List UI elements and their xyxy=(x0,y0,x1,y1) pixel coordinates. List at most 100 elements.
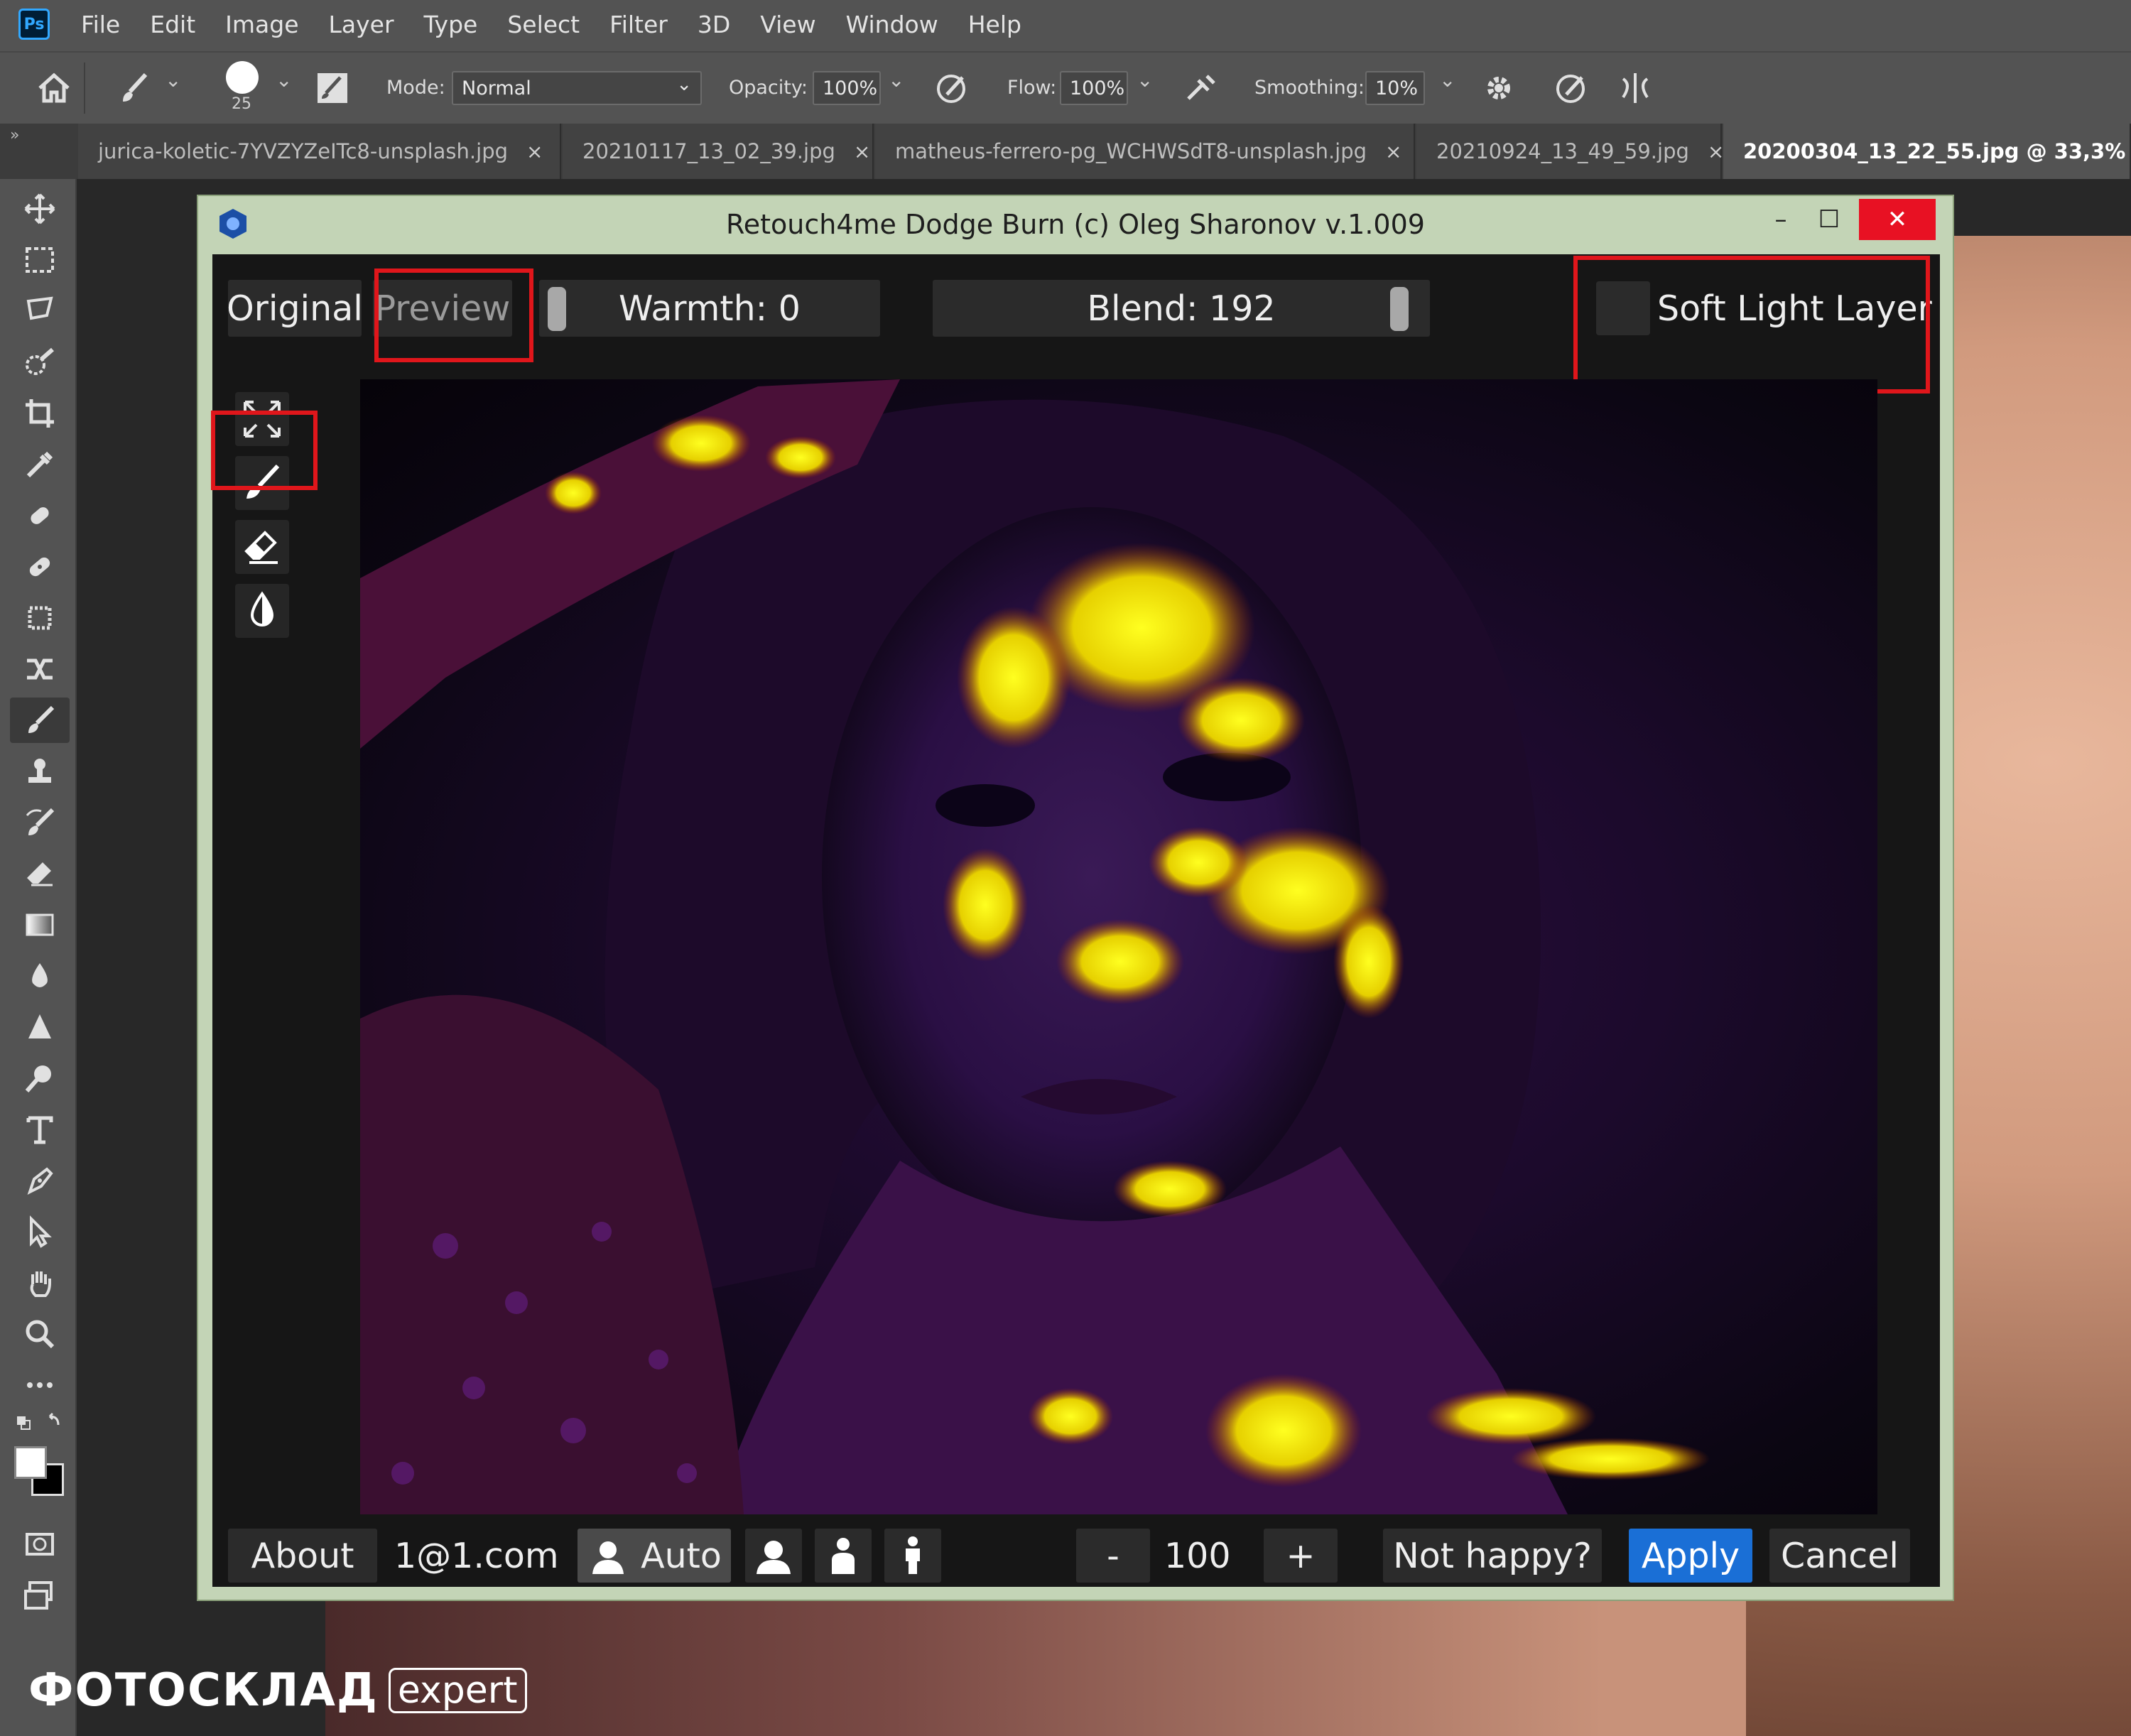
warmth-slider[interactable]: Warmth: 0 xyxy=(539,280,880,337)
full-body-mode-button[interactable] xyxy=(884,1529,941,1583)
zoom-value: 100 xyxy=(1164,1535,1231,1576)
collapse-panel-icon[interactable]: » xyxy=(10,126,19,144)
quick-mask-icon[interactable] xyxy=(10,1521,70,1567)
flow-input[interactable]: 100% xyxy=(1060,71,1128,105)
marquee-tool-icon[interactable] xyxy=(10,237,70,283)
foreground-background-colors[interactable] xyxy=(10,1439,70,1510)
more-tools-icon[interactable] xyxy=(10,1362,70,1408)
pressure-size-icon[interactable] xyxy=(1550,67,1593,109)
zoom-in-button[interactable]: + xyxy=(1264,1529,1338,1583)
blend-slider-thumb[interactable] xyxy=(1390,287,1409,331)
portrait-mode-button[interactable] xyxy=(745,1529,802,1583)
close-icon[interactable]: ✕ xyxy=(1859,199,1936,240)
full-body-icon xyxy=(906,1536,920,1574)
auto-label: Auto xyxy=(641,1535,722,1576)
chevron-down-icon[interactable]: ⌄ xyxy=(1137,68,1153,92)
close-icon[interactable]: × xyxy=(526,140,543,163)
lasso-tool-icon[interactable] xyxy=(10,288,70,334)
eraser-tool-icon[interactable] xyxy=(10,851,70,896)
menu-layer[interactable]: Layer xyxy=(329,11,394,38)
menu-type[interactable]: Type xyxy=(424,11,478,38)
zoom-tool-icon[interactable] xyxy=(10,1311,70,1357)
close-icon[interactable]: × xyxy=(1708,140,1724,163)
cancel-button[interactable]: Cancel xyxy=(1769,1529,1910,1583)
blur-tool-icon[interactable] xyxy=(10,953,70,999)
symmetry-icon[interactable] xyxy=(1614,67,1656,109)
brush-tip-preview[interactable] xyxy=(226,61,259,94)
menu-edit[interactable]: Edit xyxy=(150,11,195,38)
menu-image[interactable]: Image xyxy=(225,11,298,38)
chevron-down-icon[interactable]: ⌄ xyxy=(276,68,292,92)
tab-document-active[interactable]: 20200304_13_22_55.jpg @ 33,3% (Backg xyxy=(1723,124,2131,179)
preview-image xyxy=(360,379,1710,1514)
chevron-down-icon[interactable]: ⌄ xyxy=(888,68,904,92)
watermark-brand: ФОТОСКЛАД xyxy=(28,1664,379,1717)
airbrush-icon[interactable] xyxy=(1179,67,1222,109)
tab-document-4[interactable]: 20210924_13_49_59.jpg × xyxy=(1416,124,1724,179)
eraser-icon[interactable] xyxy=(235,520,289,574)
dodge-tool-icon[interactable] xyxy=(10,1056,70,1101)
minimize-icon[interactable]: – xyxy=(1758,199,1804,240)
half-body-mode-button[interactable] xyxy=(815,1529,872,1583)
warmth-slider-thumb[interactable] xyxy=(548,287,566,331)
not-happy-button[interactable]: Not happy? xyxy=(1383,1529,1602,1583)
dodge-burn-preview[interactable] xyxy=(360,379,1877,1514)
brush-tool-icon[interactable] xyxy=(10,698,70,743)
apply-button[interactable]: Apply xyxy=(1629,1529,1752,1583)
account-email: 1@1.com xyxy=(394,1535,559,1576)
gradient-tool-icon[interactable] xyxy=(10,902,70,948)
opacity-input[interactable]: 100% xyxy=(813,71,881,105)
gear-icon[interactable] xyxy=(1477,67,1520,109)
chevron-down-icon[interactable]: ⌄ xyxy=(165,68,181,92)
tab-document-1[interactable]: jurica-koletic-7YVZYZeITc8-unsplash.jpg … xyxy=(78,124,561,179)
menu-help[interactable]: Help xyxy=(968,11,1021,38)
foreground-color-swatch[interactable] xyxy=(14,1446,47,1479)
mode-select[interactable]: Normal ⌄ xyxy=(452,71,702,105)
original-button[interactable]: Original xyxy=(227,280,363,337)
home-icon[interactable] xyxy=(33,67,75,109)
menu-3d[interactable]: 3D xyxy=(698,11,730,38)
screen-mode-icon[interactable] xyxy=(10,1573,70,1618)
quick-selection-tool-icon[interactable] xyxy=(10,340,70,385)
blend-slider[interactable]: Blend: 192 xyxy=(933,280,1430,337)
zoom-out-button[interactable]: - xyxy=(1076,1529,1150,1583)
patch-tool-icon[interactable] xyxy=(10,595,70,641)
brush-preset-icon[interactable] xyxy=(114,67,156,109)
type-tool-icon[interactable] xyxy=(10,1107,70,1152)
hand-tool-icon[interactable] xyxy=(10,1260,70,1306)
close-icon[interactable]: × xyxy=(1385,140,1401,163)
about-button[interactable]: About xyxy=(228,1529,377,1583)
menu-filter[interactable]: Filter xyxy=(609,11,668,38)
menu-bar: Ps File Edit Image Layer Type Select Fil… xyxy=(0,0,2131,48)
tab-document-3[interactable]: matheus-ferrero-pg_WCHWSdT8-unsplash.jpg… xyxy=(875,124,1415,179)
brush-settings-icon[interactable] xyxy=(311,67,354,109)
crop-tool-icon[interactable] xyxy=(10,391,70,436)
auto-button[interactable]: Auto xyxy=(578,1529,731,1583)
pressure-opacity-icon[interactable] xyxy=(931,67,973,109)
photoshop-logo-icon: Ps xyxy=(18,9,50,40)
content-aware-move-icon[interactable] xyxy=(10,646,70,692)
dialog-titlebar: Retouch4me Dodge Burn (c) Oleg Sharonov … xyxy=(198,196,1953,254)
healing-brush-tool-icon[interactable] xyxy=(10,544,70,590)
move-tool-icon[interactable] xyxy=(10,186,70,232)
menu-select[interactable]: Select xyxy=(507,11,580,38)
watermark-badge: expert xyxy=(388,1668,527,1713)
spot-healing-tool-icon[interactable] xyxy=(10,493,70,538)
close-icon[interactable]: × xyxy=(854,140,870,163)
maximize-icon[interactable]: ☐ xyxy=(1806,199,1852,240)
sharpen-tool-icon[interactable] xyxy=(10,1004,70,1050)
tab-document-2[interactable]: 20210117_13_02_39.jpg × xyxy=(563,124,874,179)
chevron-down-icon[interactable]: ⌄ xyxy=(1439,68,1455,92)
smoothing-input[interactable]: 10% xyxy=(1365,71,1425,105)
pen-tool-icon[interactable] xyxy=(10,1158,70,1203)
menu-window[interactable]: Window xyxy=(846,11,938,38)
contrast-icon[interactable] xyxy=(235,584,289,638)
eyedropper-tool-icon[interactable] xyxy=(10,442,70,487)
bottom-controls: About 1@1.com Auto - 100 + Not happy? Ap… xyxy=(212,1519,1940,1587)
path-selection-tool-icon[interactable] xyxy=(10,1209,70,1254)
history-brush-tool-icon[interactable] xyxy=(10,800,70,845)
menu-view[interactable]: View xyxy=(760,11,815,38)
clone-stamp-tool-icon[interactable] xyxy=(10,749,70,794)
swap-colors-icon[interactable] xyxy=(10,1408,70,1439)
menu-file[interactable]: File xyxy=(81,11,120,38)
